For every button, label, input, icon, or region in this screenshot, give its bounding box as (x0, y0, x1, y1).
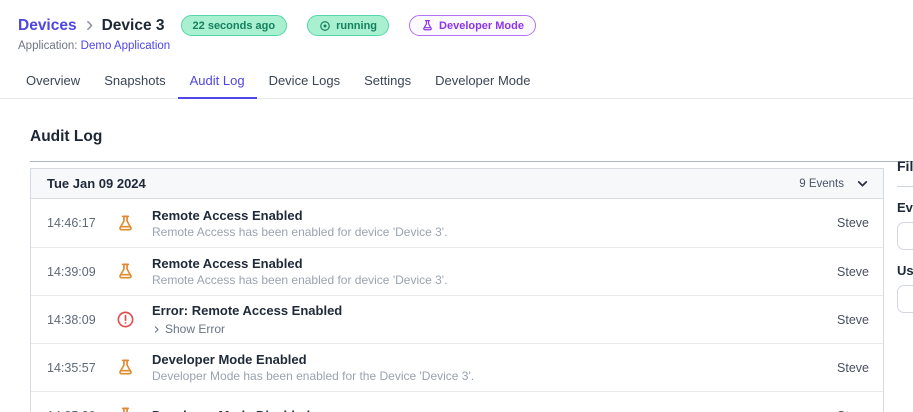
breadcrumb-devices-link[interactable]: Devices (18, 17, 77, 35)
record-icon (319, 20, 331, 32)
running-status-badge: running (307, 15, 390, 36)
main-content: Audit Log Tue Jan 09 2024 9 Events 14:46… (30, 128, 913, 412)
filter-panel: Filter Events Users (897, 158, 913, 313)
event-main: Developer Mode Enabled Developer Mode ha… (152, 352, 837, 383)
tab-overview[interactable]: Overview (14, 65, 92, 99)
date-group-header[interactable]: Tue Jan 09 2024 9 Events (31, 169, 883, 199)
audit-log-row: 14:35:30 Developer Mode Disabled Steve (31, 391, 883, 412)
event-user: Steve (837, 312, 869, 327)
section-divider (30, 161, 913, 162)
event-title: Developer Mode Disabled (152, 408, 837, 412)
event-time: 14:35:30 (47, 409, 101, 412)
event-count-badge: 9 Events (799, 177, 844, 190)
date-header-label: Tue Jan 09 2024 (47, 176, 146, 191)
event-description: Remote Access has been enabled for devic… (152, 224, 448, 239)
flask-icon (116, 358, 136, 377)
show-error-link[interactable]: Show Error (152, 322, 837, 336)
events-filter-input[interactable] (897, 222, 913, 250)
audit-log-row: 14:35:57 Developer Mode Enabled Develope… (31, 343, 883, 391)
event-main: Error: Remote Access Enabled Show Error (152, 303, 837, 336)
users-filter-input[interactable] (897, 285, 913, 313)
page-title: Audit Log (30, 128, 103, 145)
application-label: Application: (18, 40, 78, 52)
status-badges: 22 seconds ago running Developer Mode (180, 15, 536, 36)
event-description: Remote Access has been enabled for devic… (152, 273, 448, 287)
tab-bar: Overview Snapshots Audit Log Device Logs Set… (0, 65, 913, 99)
chevron-right-icon (154, 325, 159, 333)
audit-log-row: 14:46:17 Remote Access Enabled Remote Ac… (31, 199, 883, 247)
event-user: Steve (837, 409, 869, 412)
tab-developer-mode[interactable]: Developer Mode (423, 65, 542, 99)
last-seen-badge: 22 seconds ago (180, 15, 288, 36)
breadcrumb-chevron-icon (83, 19, 96, 32)
event-main: Remote Access Enabled Remote Access has … (152, 208, 837, 239)
breadcrumb-current-device: Device 3 (101, 16, 165, 34)
last-seen-label: 22 seconds ago (192, 19, 276, 32)
event-main: Developer Mode Disabled (152, 408, 837, 412)
error-icon (116, 310, 136, 329)
event-time: 14:46:17 (47, 216, 96, 230)
tab-snapshots[interactable]: Snapshots (92, 65, 177, 99)
event-user: Steve (837, 264, 869, 279)
page-header: Devices Device 3 22 seconds ago running (0, 0, 913, 52)
developer-mode-badge: Developer Mode (409, 15, 536, 36)
event-time: 14:38:09 (47, 312, 96, 327)
show-error-label: Show Error (165, 322, 226, 336)
event-user: Steve (837, 216, 869, 230)
flask-icon (116, 406, 136, 412)
event-time: 14:39:09 (47, 264, 96, 279)
flask-icon (116, 262, 136, 281)
application-link[interactable]: Demo Application (81, 40, 171, 52)
event-title: Developer Mode Enabled (152, 352, 307, 367)
tab-device-logs[interactable]: Device Logs (257, 65, 353, 99)
device-detail-page: Devices Device 3 22 seconds ago running (0, 0, 913, 412)
breadcrumb: Devices Device 3 22 seconds ago running (18, 15, 913, 36)
application-row: Application: Demo Application (18, 40, 913, 52)
event-title: Remote Access Enabled (152, 256, 303, 271)
flask-icon (116, 214, 136, 233)
events-filter-label: Events (897, 200, 913, 215)
audit-rows: 14:46:17 Remote Access Enabled Remote Ac… (31, 199, 883, 412)
developer-mode-label: Developer Mode (439, 19, 524, 32)
chevron-down-icon[interactable] (856, 177, 869, 190)
event-time: 14:35:57 (47, 360, 96, 375)
event-title: Remote Access Enabled (152, 207, 303, 223)
audit-log-row: 14:39:09 Remote Access Enabled Remote Ac… (31, 247, 883, 295)
users-filter-label: Users (897, 263, 913, 278)
flask-icon (421, 19, 434, 32)
tab-audit-log[interactable]: Audit Log (177, 65, 257, 99)
event-user: Steve (837, 360, 869, 375)
event-main: Remote Access Enabled Remote Access has … (152, 256, 837, 287)
event-description: Developer Mode has been enabled for the … (152, 369, 475, 383)
running-status-label: running (336, 19, 378, 32)
audit-log-table: Tue Jan 09 2024 9 Events 14:46:17 Remote… (30, 168, 884, 412)
tab-settings[interactable]: Settings (352, 65, 423, 99)
filter-panel-title: Filter (897, 158, 913, 174)
event-title: Error: Remote Access Enabled (152, 303, 343, 318)
filter-divider (897, 186, 913, 187)
audit-log-row: 14:38:09 Error: Remote Access Enabled Sh… (31, 295, 883, 343)
